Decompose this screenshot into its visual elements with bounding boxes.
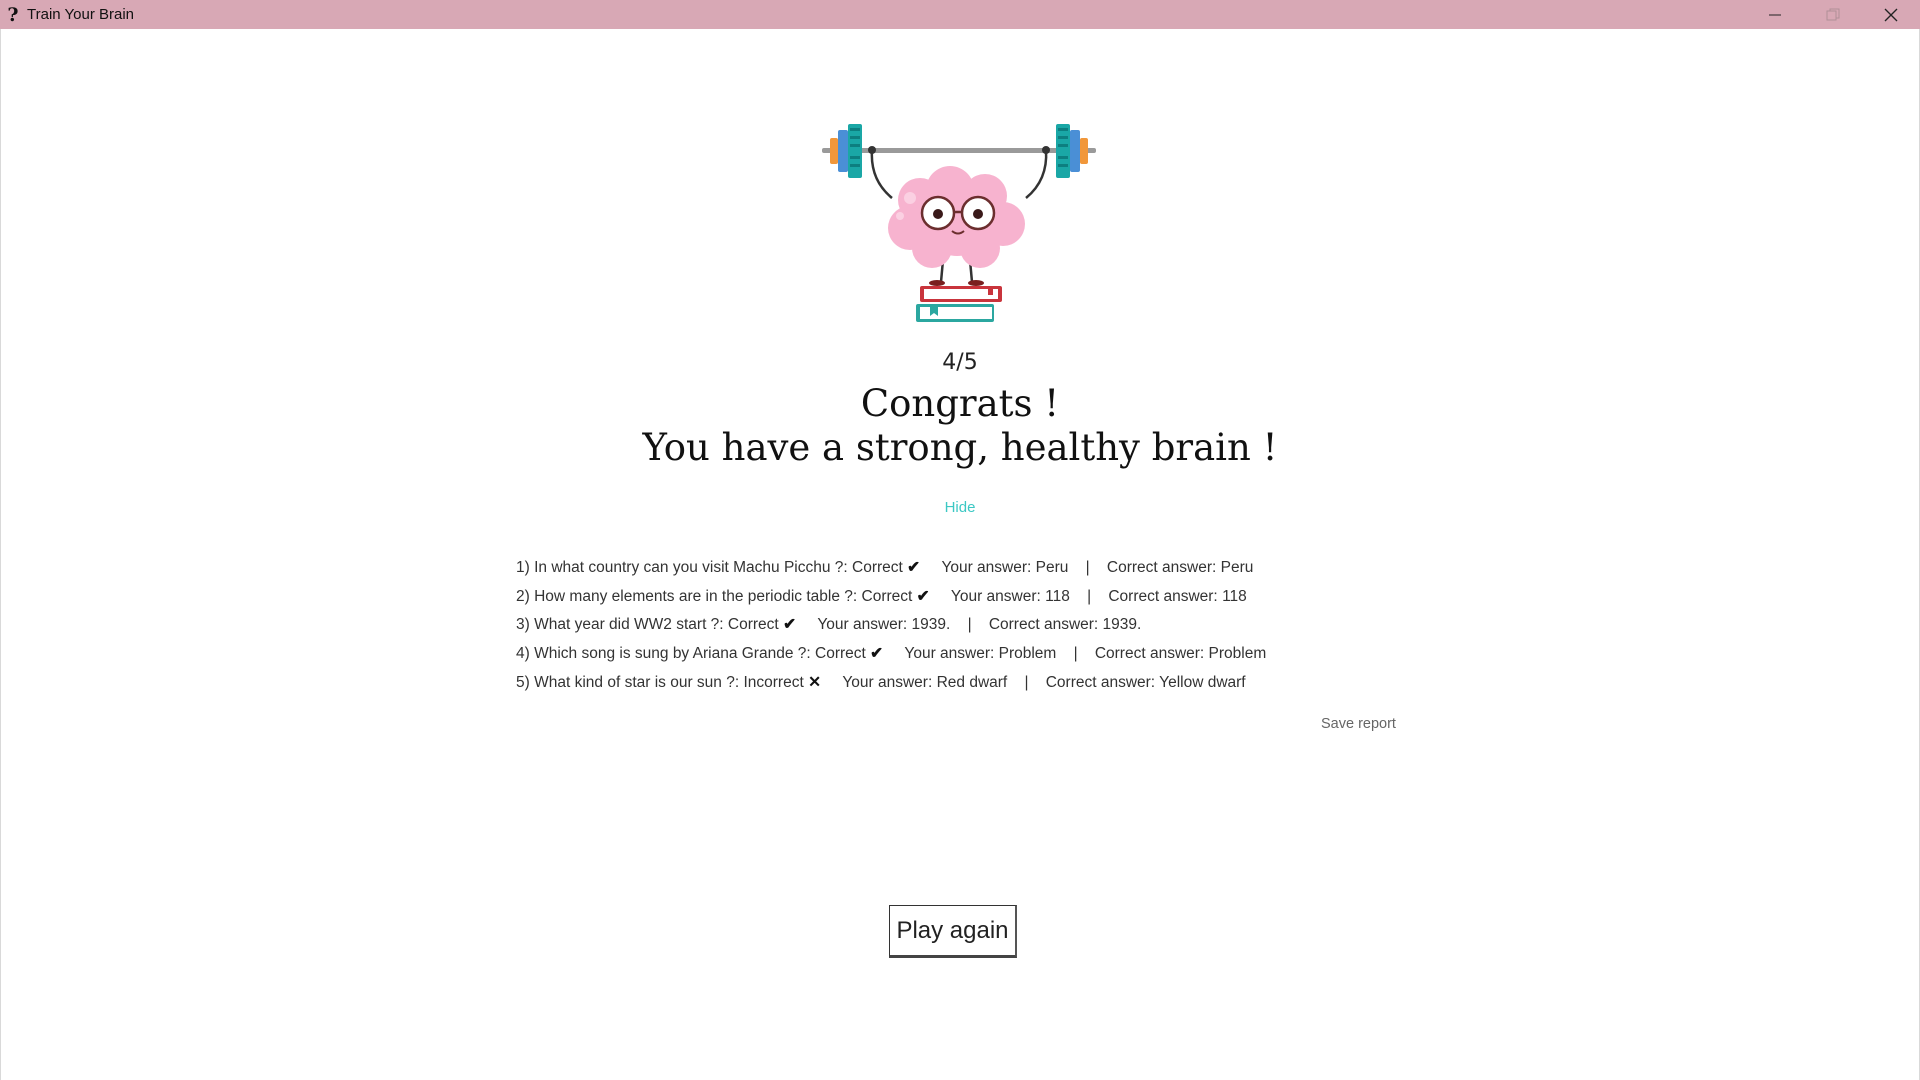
restore-icon — [1826, 8, 1840, 20]
brain-lifting-barbell-icon — [822, 124, 1096, 322]
maximize-button[interactable] — [1804, 0, 1862, 29]
title-bar: ? Train Your Brain — [0, 0, 1920, 29]
report-row: 3) What year did WW2 start ?: Correct ✔ … — [516, 616, 1142, 634]
result-message: You have a strong, healthy brain ! — [642, 426, 1278, 469]
check-icon: ✔ — [916, 587, 930, 605]
check-icon: ✔ — [783, 616, 797, 634]
close-button[interactable] — [1862, 0, 1920, 29]
report-row: 2) How many elements are in the periodic… — [516, 587, 1247, 605]
app-question-icon: ? — [7, 3, 19, 26]
play-again-button[interactable]: Play again — [889, 905, 1017, 958]
check-icon: ✔ — [907, 559, 921, 576]
answer-report: 1) In what country can you visit Machu P… — [516, 554, 1266, 697]
minimize-button[interactable] — [1746, 0, 1804, 29]
hide-report-link[interactable]: Hide — [0, 499, 1920, 516]
save-report-link[interactable]: Save report — [1321, 716, 1396, 732]
report-row: 1) In what country can you visit Machu P… — [516, 559, 1254, 576]
minimize-icon — [1769, 14, 1781, 15]
report-row: 4) Which song is sung by Ariana Grande ?… — [516, 645, 1267, 663]
close-icon — [1884, 8, 1898, 21]
cross-icon: ✕ — [808, 673, 822, 691]
report-row: 5) What kind of star is our sun ?: Incor… — [516, 673, 1246, 691]
window-title: Train Your Brain — [27, 6, 135, 23]
window-controls — [1746, 0, 1920, 29]
score-label: 4/5 — [942, 350, 978, 375]
check-icon: ✔ — [870, 645, 884, 663]
congrats-heading: Congrats ! — [860, 382, 1060, 425]
